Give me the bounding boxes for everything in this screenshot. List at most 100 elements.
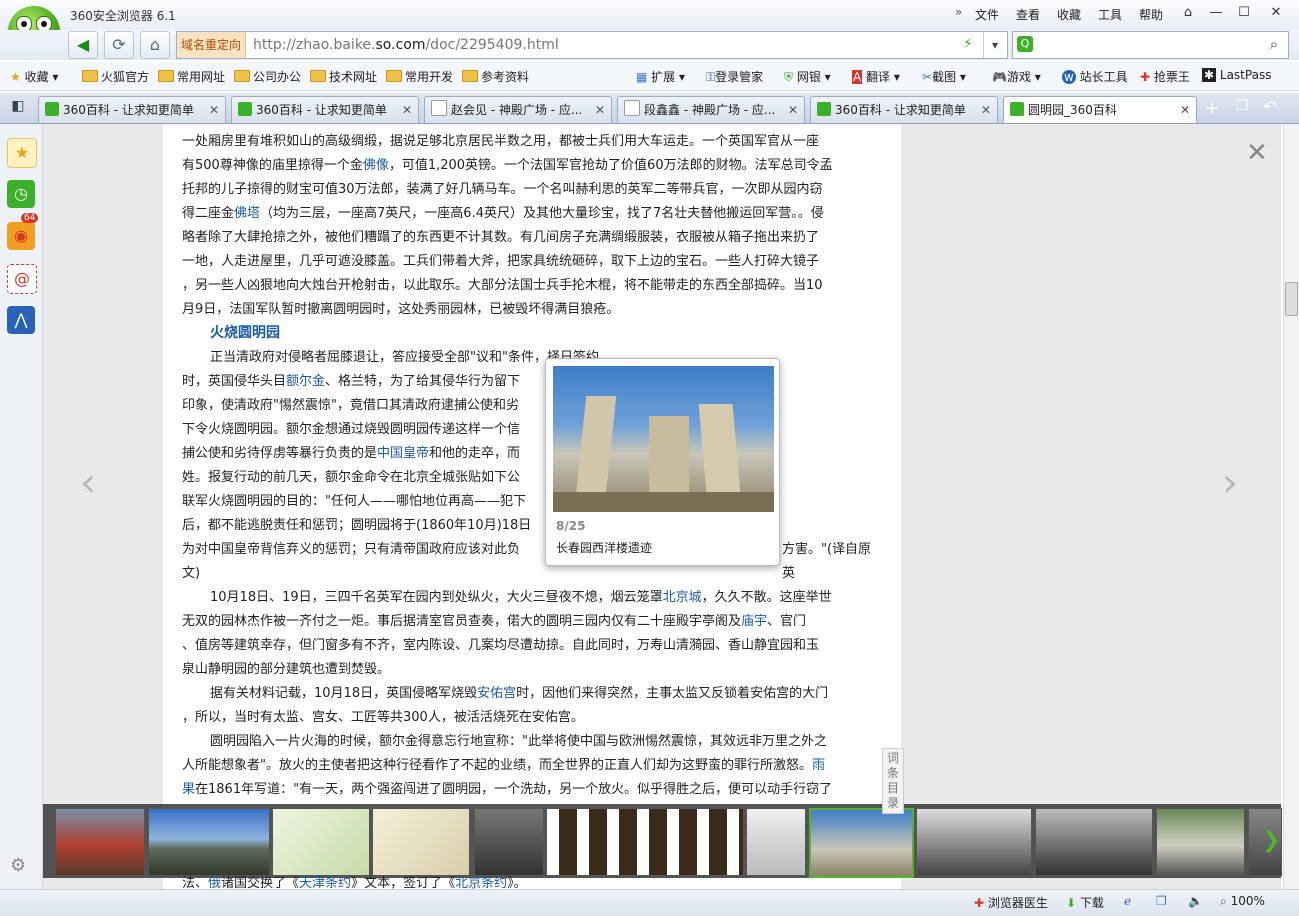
key-icon: ⚿: [706, 70, 716, 84]
section-heading: 火烧圆明园: [210, 325, 280, 341]
tab-list-icon[interactable]: ❐: [1230, 98, 1254, 120]
window-mode-icon[interactable]: ❐: [1156, 894, 1167, 908]
close-tab-icon[interactable]: ✕: [595, 97, 605, 123]
favorites-star-icon[interactable]: ★: [7, 138, 37, 168]
link-russia[interactable]: 俄: [208, 876, 221, 889]
scrollbar-thumb[interactable]: [1285, 282, 1298, 316]
address-bar[interactable]: 域名重定向 http://zhao.baike.so.com/doc/22954…: [176, 31, 1008, 59]
link-temple[interactable]: 庙宇: [741, 614, 767, 629]
menu-favorites[interactable]: 收藏: [1057, 6, 1081, 23]
close-window-button[interactable]: ✕: [1264, 3, 1288, 23]
vertical-scrollbar[interactable]: [1283, 124, 1299, 889]
popup-image[interactable]: [553, 366, 774, 512]
search-icon[interactable]: ⌕: [1262, 35, 1286, 55]
download-button[interactable]: ⬇ 下载: [1066, 894, 1104, 911]
url-dropdown-icon[interactable]: ▾: [983, 32, 1006, 58]
thumbnail-bronze-heads[interactable]: [546, 808, 744, 876]
login-manager-button[interactable]: ⚿登录管家: [706, 68, 763, 85]
close-tab-icon[interactable]: ✕: [209, 97, 219, 123]
link-anyou-palace[interactable]: 安佑宫: [477, 686, 516, 701]
link-chinese-emperor[interactable]: 中国皇帝: [377, 446, 429, 461]
tab-0[interactable]: 360百科 - 让求知更简单 ✕: [38, 96, 226, 123]
maximize-button[interactable]: ☐: [1232, 3, 1256, 23]
translate-button[interactable]: A 翻译 ▾: [852, 68, 900, 85]
games-button[interactable]: 🎮游戏 ▾: [992, 68, 1041, 85]
url-text[interactable]: http://zhao.baike.so.com/doc/2295409.htm…: [253, 37, 559, 53]
close-tab-icon[interactable]: ✕: [402, 97, 412, 123]
weibo-icon[interactable]: ◉: [7, 222, 35, 250]
new-tab-icon[interactable]: +: [1200, 98, 1224, 120]
thumbnail[interactable]: [474, 808, 544, 876]
thumbnail[interactable]: [1035, 808, 1153, 876]
image-popup[interactable]: 8/25 长春园西洋楼遗迹: [545, 358, 780, 566]
thumbnail[interactable]: [55, 808, 145, 876]
link-buddha-statue[interactable]: 佛像: [363, 158, 389, 173]
thumbnail-next-icon[interactable]: ❯: [1262, 828, 1280, 853]
redirect-badge[interactable]: 域名重定向: [177, 32, 247, 58]
thumbnail[interactable]: [1156, 808, 1245, 876]
menu-view[interactable]: 查看: [1016, 6, 1040, 23]
refresh-button[interactable]: ⟳: [104, 31, 134, 59]
translate-icon: A: [852, 70, 863, 84]
tab-2[interactable]: 赵会见 - 神殿广场 - 应... ✕: [424, 96, 612, 123]
ticket-grabber-button[interactable]: ✚ 抢票王: [1140, 68, 1190, 85]
menu-overflow-icon[interactable]: »: [955, 5, 962, 19]
thumbnail-map[interactable]: [372, 808, 470, 876]
directory-tab[interactable]: 词 条 目 录: [882, 748, 904, 814]
thumbnail[interactable]: [746, 808, 806, 876]
search-engine-icon[interactable]: Q: [1017, 36, 1033, 52]
link-treaty-beijing[interactable]: 北京条约: [455, 876, 507, 889]
bookmark-folder[interactable]: 火狐官方: [82, 68, 149, 85]
favorites-menu[interactable]: ★ 收藏 ▾: [10, 68, 58, 85]
bookmark-folder[interactable]: 公司办公: [234, 68, 301, 85]
menu-help[interactable]: 帮助: [1139, 6, 1163, 23]
link-hugo-2[interactable]: 果: [182, 782, 195, 797]
tab-1[interactable]: 360百科 - 让求知更简单 ✕: [231, 96, 419, 123]
app-a-icon[interactable]: ⋀: [7, 306, 35, 334]
thumbnail[interactable]: [916, 808, 1032, 876]
volume-icon[interactable]: 🔈: [1188, 894, 1203, 908]
online-banking-button[interactable]: ⛨ 网银 ▾: [784, 68, 831, 85]
ie-mode-icon[interactable]: ℯ: [1124, 894, 1131, 908]
mail-at-icon[interactable]: @: [7, 264, 37, 294]
link-hugo[interactable]: 雨: [812, 758, 825, 773]
lastpass-button[interactable]: ✱ LastPass: [1202, 68, 1271, 82]
tab-3[interactable]: 段鑫鑫 - 神殿广场 - 应... ✕: [617, 96, 805, 123]
link-pagoda[interactable]: 佛塔: [234, 206, 260, 221]
menu-file[interactable]: 文件: [975, 6, 999, 23]
bookmark-folder[interactable]: 技术网址: [310, 68, 377, 85]
thumbnail-selected[interactable]: [809, 808, 914, 878]
bookmark-folder[interactable]: 参考资料: [462, 68, 529, 85]
close-tab-icon[interactable]: ✕: [1180, 97, 1190, 123]
history-clock-icon[interactable]: ◷: [7, 180, 35, 208]
undo-close-icon[interactable]: ↶: [1258, 97, 1282, 119]
speed-mode-icon[interactable]: ⚡: [963, 36, 973, 52]
settings-gear-icon[interactable]: ⚙: [10, 855, 26, 876]
close-gallery-icon[interactable]: ✕: [1246, 138, 1268, 168]
close-tab-icon[interactable]: ✕: [981, 97, 991, 123]
skin-icon[interactable]: ⌂: [1176, 3, 1200, 23]
link-elgin[interactable]: 额尔金: [286, 374, 325, 389]
sidebar-toggle-icon[interactable]: ◧: [6, 98, 30, 120]
link-treaty-tianjin[interactable]: 天津条约: [299, 876, 351, 889]
previous-image-arrow-icon[interactable]: ‹: [80, 460, 96, 506]
minimize-button[interactable]: —: [1204, 3, 1228, 23]
menu-tools[interactable]: 工具: [1098, 6, 1122, 23]
zoom-control[interactable]: ⌕ 100%: [1220, 894, 1265, 909]
browser-doctor-button[interactable]: ✚ 浏览器医生: [974, 894, 1048, 911]
search-input[interactable]: Q ⌕: [1012, 31, 1289, 59]
bookmark-folder[interactable]: 常用网址: [158, 68, 225, 85]
close-tab-icon[interactable]: ✕: [788, 97, 798, 123]
thumbnail[interactable]: [148, 808, 270, 876]
back-button[interactable]: ◀: [68, 31, 98, 59]
link-beijing[interactable]: 北京城: [663, 590, 702, 605]
tab-4[interactable]: 360百科 - 让求知更简单 ✕: [810, 96, 998, 123]
next-image-arrow-icon[interactable]: ›: [1222, 460, 1238, 506]
bookmark-folder[interactable]: 常用开发: [386, 68, 453, 85]
extensions-button[interactable]: ▦ 扩展 ▾: [636, 68, 685, 85]
tab-5-active[interactable]: 圆明园_360百科 ✕: [1003, 96, 1197, 123]
thumbnail-map[interactable]: [272, 808, 370, 876]
screenshot-button[interactable]: ✂截图 ▾: [922, 68, 966, 85]
home-button[interactable]: ⌂: [140, 31, 170, 59]
webmaster-tools-button[interactable]: w 站长工具: [1062, 68, 1128, 85]
